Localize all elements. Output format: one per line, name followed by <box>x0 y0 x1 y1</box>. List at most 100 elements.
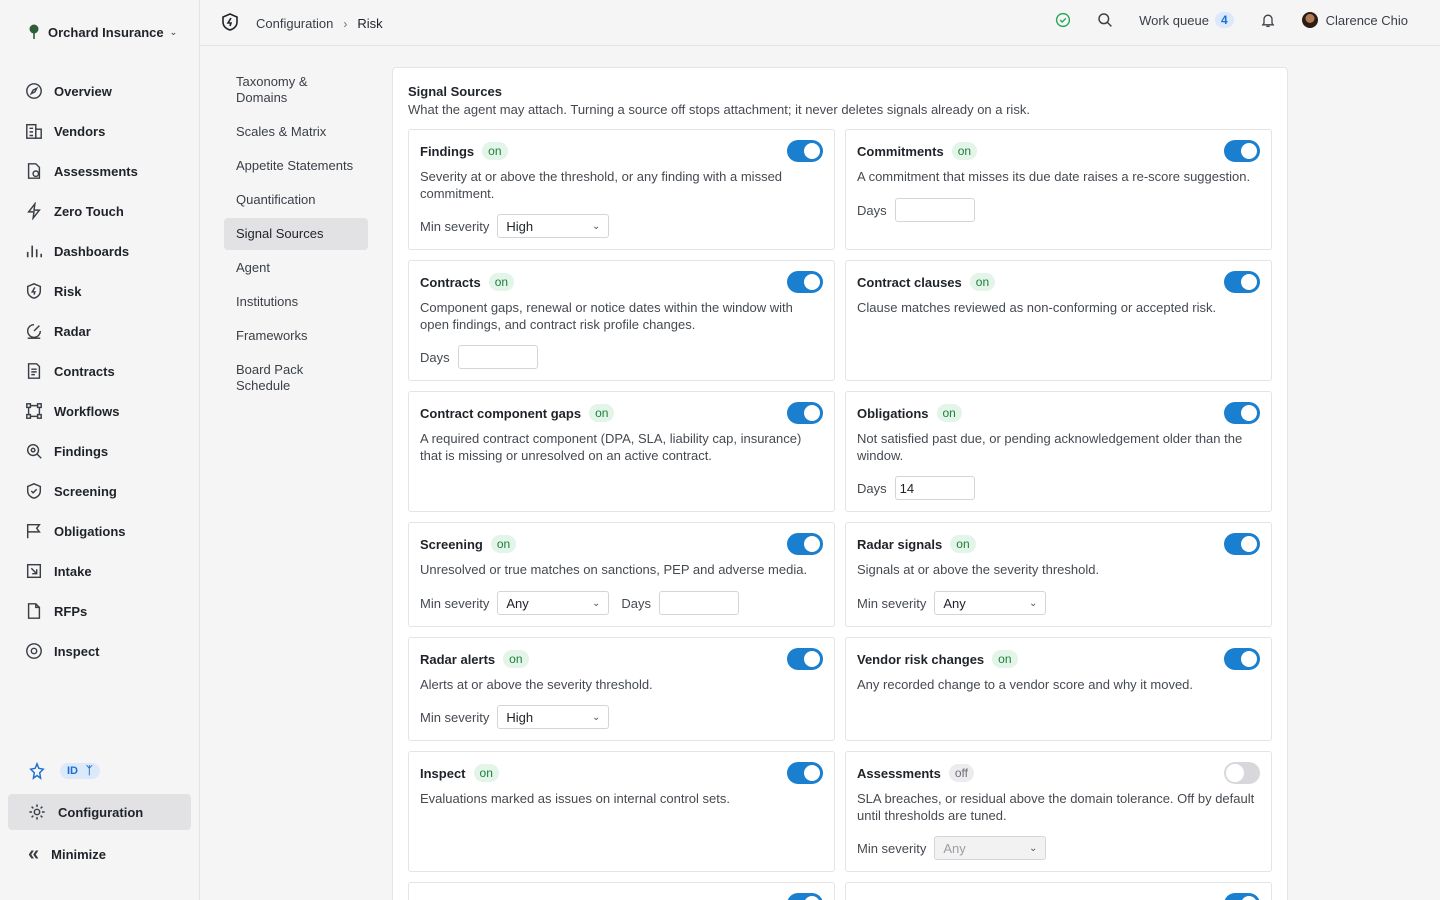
workflow-icon <box>24 401 44 421</box>
branch-icon: ᛉ <box>86 765 93 777</box>
toggle-switch[interactable] <box>787 140 823 162</box>
work-queue-label: Work queue <box>1139 12 1209 28</box>
min-severity-select[interactable]: High ⌄ <box>497 705 610 729</box>
nav-item-risk[interactable]: Risk <box>16 271 192 311</box>
nav-item-workflows[interactable]: Workflows <box>16 391 192 431</box>
chevron-down-icon: ⌄ <box>1028 842 1038 854</box>
contract-icon <box>24 361 44 381</box>
days-label: Days <box>857 480 887 496</box>
min-severity-label: Min severity <box>857 595 927 611</box>
toggle-switch[interactable] <box>1224 648 1260 670</box>
subnav-item-signal-sources[interactable]: Signal Sources <box>224 218 368 250</box>
days-label: Days <box>621 595 651 611</box>
days-input[interactable] <box>658 591 739 615</box>
field-row: Days <box>420 345 538 369</box>
toggle-switch[interactable] <box>787 893 823 900</box>
nav-item-radar[interactable]: Radar <box>16 311 192 351</box>
card-description: A commitment that misses its due date ra… <box>857 169 1251 184</box>
nav-item-intake[interactable]: Intake <box>16 551 192 591</box>
field-row: Days <box>857 198 975 222</box>
card-description: Clause matches reviewed as non-conformin… <box>857 300 1217 315</box>
toggle-switch[interactable] <box>1224 140 1260 162</box>
search-icon[interactable] <box>1097 12 1113 28</box>
nav-item-overview[interactable]: Overview <box>16 71 192 111</box>
min-severity-select[interactable]: Any ⌄ <box>934 591 1047 615</box>
card-title: Contracts <box>420 274 481 290</box>
toggle-switch[interactable] <box>1224 533 1260 555</box>
status-badge: on <box>951 142 978 160</box>
subnav-item-quantification[interactable]: Quantification <box>224 184 368 216</box>
org-switcher[interactable]: Orchard Insurance ⌄ <box>28 22 177 42</box>
toggle-switch[interactable] <box>1224 893 1260 900</box>
signal-sources-panel: Signal Sources What the agent may attach… <box>392 67 1288 900</box>
nav-item-inspect[interactable]: Inspect <box>16 631 192 671</box>
nav-label: Intake <box>54 563 92 579</box>
card-description: Unresolved or true matches on sanctions,… <box>420 562 808 577</box>
card-radar-signals: Radar signals on Signals at or above the … <box>845 522 1272 627</box>
min-severity-select[interactable]: High ⌄ <box>497 214 610 238</box>
toggle-switch[interactable] <box>1224 402 1260 424</box>
configuration-button[interactable]: Configuration <box>8 794 191 830</box>
field-row: Min severity Any ⌄ Days <box>420 591 739 615</box>
subnav-item-taxonomy[interactable]: Taxonomy & Domains <box>224 66 368 114</box>
subnav-item-agent[interactable]: Agent <box>224 252 368 284</box>
nav-item-obligations[interactable]: Obligations <box>16 511 192 551</box>
work-queue-button[interactable]: Work queue 4 <box>1139 12 1234 28</box>
gear-icon <box>29 804 45 820</box>
nav-item-contracts[interactable]: Contracts <box>16 351 192 391</box>
subnav-item-frameworks[interactable]: Frameworks <box>224 320 368 352</box>
toggle-switch[interactable] <box>787 402 823 424</box>
min-severity-select[interactable]: Any ⌄ <box>934 836 1047 860</box>
toggle-switch[interactable] <box>1224 271 1260 293</box>
nav-item-findings[interactable]: Findings <box>16 431 192 471</box>
check-circle-icon[interactable] <box>1055 12 1071 28</box>
app-sidebar: Orchard Insurance ⌄ Overview Vendors Ass… <box>0 0 200 900</box>
nav-label: Findings <box>54 443 109 459</box>
min-severity-select[interactable]: Any ⌄ <box>497 591 610 615</box>
user-menu[interactable]: Clarence Chio <box>1301 12 1408 28</box>
nav-label: Dashboards <box>54 243 130 259</box>
field-row: Min severity Any ⌄ <box>857 591 1047 615</box>
card-title: Radar alerts <box>420 651 496 667</box>
org-name: Orchard Insurance <box>48 24 164 40</box>
bolt-icon <box>24 201 44 221</box>
chevron-down-icon: ⌄ <box>591 597 601 609</box>
card-description: Any recorded change to a vendor score an… <box>857 677 1194 692</box>
nav-label: Radar <box>54 323 91 339</box>
card-description: Alerts at or above the severity threshol… <box>420 677 653 692</box>
toggle-switch[interactable] <box>787 533 823 555</box>
days-input[interactable] <box>894 198 975 222</box>
toggle-switch[interactable] <box>1224 762 1260 784</box>
subnav-item-appetite[interactable]: Appetite Statements <box>224 150 368 182</box>
nav-item-assessments[interactable]: Assessments <box>16 151 192 191</box>
configuration-label: Configuration <box>58 804 144 820</box>
status-badge: on <box>473 764 499 782</box>
card-title: Radar signals <box>857 536 943 552</box>
days-input[interactable] <box>457 345 538 369</box>
compass-icon <box>24 81 44 101</box>
toggle-switch[interactable] <box>787 762 823 784</box>
panel-description: What the agent may attach. Turning a sou… <box>408 102 1030 117</box>
file-icon <box>24 601 44 621</box>
id-badge[interactable]: ID ᛉ <box>60 763 100 779</box>
breadcrumb-parent[interactable]: Configuration <box>256 16 333 31</box>
subnav-item-institutions[interactable]: Institutions <box>224 286 368 318</box>
subnav-item-scales[interactable]: Scales & Matrix <box>224 116 368 148</box>
toggle-switch[interactable] <box>787 271 823 293</box>
days-label: Days <box>857 202 887 218</box>
nav-item-rfps[interactable]: RFPs <box>16 591 192 631</box>
toggle-switch[interactable] <box>787 648 823 670</box>
days-input[interactable] <box>894 476 975 500</box>
sparkle-icon[interactable] <box>28 762 46 780</box>
subnav-item-board-pack[interactable]: Board Pack Schedule <box>224 354 368 402</box>
minimize-button[interactable]: « Minimize <box>8 836 191 872</box>
breadcrumb-current: Risk <box>357 16 383 31</box>
nav-label: Zero Touch <box>54 203 124 219</box>
nav-item-zero-touch[interactable]: Zero Touch <box>16 191 192 231</box>
eye-icon <box>24 641 44 661</box>
bell-icon[interactable] <box>1260 12 1276 28</box>
card-description: SLA breaches, or residual above the doma… <box>857 791 1255 823</box>
nav-item-screening[interactable]: Screening <box>16 471 192 511</box>
nav-item-dashboards[interactable]: Dashboards <box>16 231 192 271</box>
nav-item-vendors[interactable]: Vendors <box>16 111 192 151</box>
